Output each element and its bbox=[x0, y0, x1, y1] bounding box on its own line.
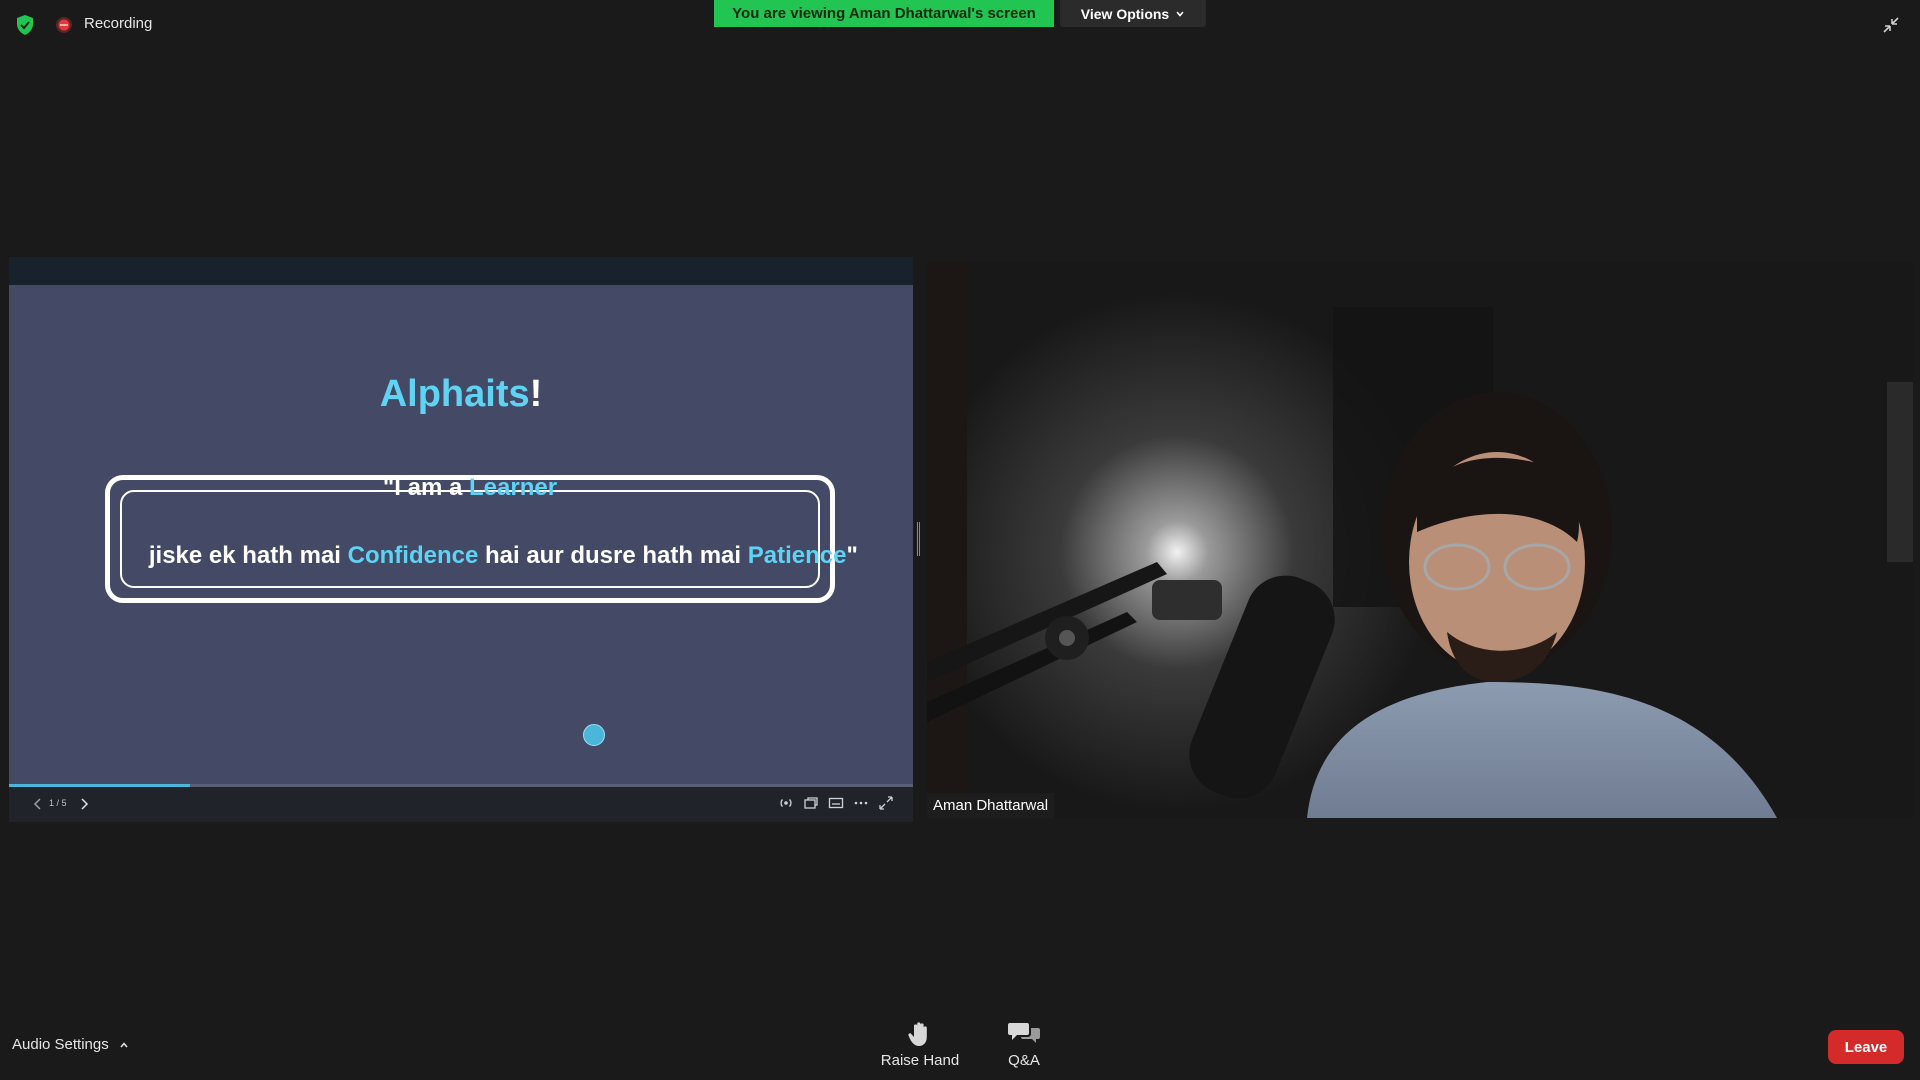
raise-hand-button[interactable]: Raise Hand bbox=[872, 1020, 968, 1076]
broadcast-icon[interactable] bbox=[777, 794, 795, 812]
top-bar: Recording You are viewing Aman Dhattarwa… bbox=[0, 0, 1920, 50]
presentation-slide: Alphaits! "I am a Learner jiske ek hath … bbox=[9, 285, 913, 784]
slide-controls-bar: 1 / 5 bbox=[9, 787, 913, 822]
chevron-down-icon bbox=[1176, 10, 1184, 17]
panel-resize-handle[interactable] bbox=[917, 522, 920, 556]
quote-line-2: jiske ek hath mai Confidence hai aur dus… bbox=[82, 505, 858, 607]
quote-box: "I am a Learner jiske ek hath mai Confid… bbox=[105, 474, 858, 603]
exit-fullscreen-icon[interactable] bbox=[1880, 14, 1902, 36]
quote-highlight-patience: Patience bbox=[747, 542, 847, 569]
audio-settings-label: Audio Settings bbox=[12, 1036, 109, 1053]
participant-name-tag: Aman Dhattarwal bbox=[927, 793, 1055, 818]
screen-share-banner: You are viewing Aman Dhattarwal's screen bbox=[714, 0, 1054, 27]
slide-title-punct: ! bbox=[529, 373, 543, 415]
slide-title: Alphaits! bbox=[9, 373, 913, 416]
raise-hand-label: Raise Hand bbox=[880, 1052, 960, 1069]
qa-button[interactable]: Q&A bbox=[992, 1020, 1056, 1076]
shield-icon[interactable] bbox=[14, 14, 36, 36]
more-icon[interactable] bbox=[852, 794, 870, 812]
quote-text-part: hai aur dusre hath mai bbox=[478, 542, 748, 569]
recording-label: Recording bbox=[84, 15, 153, 32]
hand-icon bbox=[908, 1022, 927, 1046]
video-feed bbox=[927, 262, 1913, 818]
slide-counter: 1 / 5 bbox=[49, 798, 67, 808]
quote-text-part: " bbox=[846, 542, 858, 569]
quote-text: "I am a Learner jiske ek hath mai Confid… bbox=[120, 474, 858, 588]
slide-title-main: Alphaits bbox=[379, 373, 530, 415]
captions-icon[interactable] bbox=[827, 794, 845, 812]
record-icon bbox=[56, 17, 72, 33]
shared-screen-header bbox=[9, 257, 913, 285]
quote-text-part: "I am a bbox=[382, 474, 470, 501]
window-icon[interactable] bbox=[802, 794, 820, 812]
chevron-right-icon[interactable] bbox=[77, 795, 91, 813]
leave-button[interactable]: Leave bbox=[1828, 1030, 1904, 1064]
qa-icon bbox=[1008, 1023, 1040, 1043]
shared-screen-panel: Alphaits! "I am a Learner jiske ek hath … bbox=[9, 257, 913, 822]
chevron-up-icon bbox=[120, 1041, 128, 1047]
audio-settings-button[interactable]: Audio Settings bbox=[12, 1036, 129, 1053]
view-options-button[interactable]: View Options bbox=[1060, 0, 1206, 27]
chevron-left-icon[interactable] bbox=[31, 795, 45, 813]
laser-pointer-cursor bbox=[583, 724, 605, 746]
quote-line-1: "I am a Learner bbox=[383, 471, 557, 505]
expand-icon[interactable] bbox=[877, 794, 895, 812]
quote-highlight-confidence: Confidence bbox=[347, 542, 479, 569]
qa-label: Q&A bbox=[1008, 1052, 1040, 1069]
quote-highlight-learner: Learner bbox=[469, 474, 558, 501]
view-options-label: View Options bbox=[1080, 5, 1170, 22]
participant-video bbox=[927, 262, 1913, 818]
quote-text-part: jiske ek hath mai bbox=[148, 542, 348, 569]
